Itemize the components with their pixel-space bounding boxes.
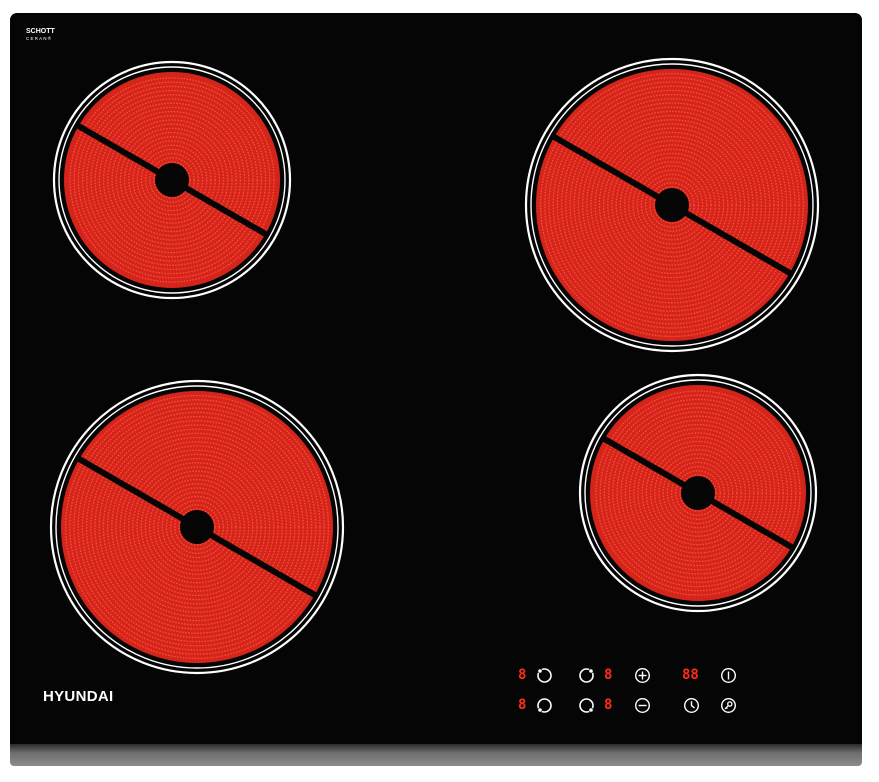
brand-logo: HYUNDAI	[43, 688, 114, 705]
front-right-zone-icon[interactable]	[578, 697, 595, 714]
lock-icon[interactable]	[720, 697, 737, 714]
display-zone-rear-left: 8	[518, 667, 527, 683]
cooktop-rim	[10, 744, 862, 766]
zone-center	[180, 510, 214, 544]
schott-ceran-logo: SCHOTT CERAN®	[26, 28, 55, 42]
front-left-zone-icon[interactable]	[536, 697, 553, 714]
zone-center	[655, 188, 689, 222]
plus-icon[interactable]	[634, 667, 651, 684]
display-zone-front-right: 8	[604, 697, 613, 713]
cooking-zone-front-right	[576, 371, 820, 615]
power-icon[interactable]	[720, 667, 737, 684]
cooking-zone-rear-left	[50, 58, 294, 302]
minus-icon[interactable]	[634, 697, 651, 714]
timer-icon[interactable]	[683, 697, 700, 714]
cooking-zone-rear-right	[522, 55, 822, 355]
display-timer: 88	[682, 667, 699, 683]
rear-left-zone-icon[interactable]	[536, 667, 553, 684]
zone-center	[681, 476, 715, 510]
cooking-zone-front-left	[47, 377, 347, 677]
logo-line1: SCHOTT	[26, 28, 55, 35]
display-zone-front-left: 8	[518, 697, 527, 713]
logo-line2: CERAN®	[26, 36, 53, 41]
zone-center	[155, 163, 189, 197]
display-zone-rear-right: 8	[604, 667, 613, 683]
rear-right-zone-icon[interactable]	[578, 667, 595, 684]
